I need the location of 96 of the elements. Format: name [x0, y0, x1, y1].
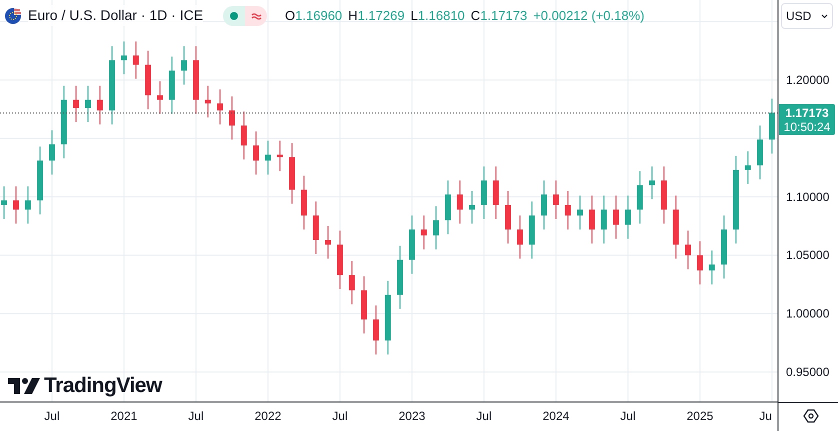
candle [408, 214, 415, 274]
symbol-title[interactable]: Euro / U.S. Dollar · 1D · ICE [28, 5, 204, 26]
candle [757, 125, 763, 180]
candle [145, 50, 152, 110]
candle [397, 245, 404, 310]
time-axis-label: Jul [476, 409, 492, 423]
ohlc-label: C [470, 6, 480, 25]
candle [600, 195, 607, 244]
candle [348, 260, 355, 305]
candle [588, 195, 595, 244]
candle [96, 85, 103, 125]
candle [636, 170, 643, 224]
ohlc-label: L [410, 6, 418, 25]
candle [168, 56, 175, 114]
flag-icon [4, 6, 22, 24]
time-axis-label: Jul [332, 409, 348, 423]
candle [336, 230, 343, 290]
candle [492, 166, 499, 220]
countdown: 10:50:24 [784, 120, 830, 134]
price-axis-label: 1.05000 [786, 248, 830, 262]
candle [708, 250, 715, 285]
candle [192, 46, 199, 114]
candle [444, 180, 451, 235]
candle [672, 195, 679, 260]
time-axis-label: 2025 [686, 409, 714, 423]
candle [12, 186, 19, 224]
candle [240, 111, 247, 160]
candle [624, 195, 631, 240]
price-change: +0.00212 (+0.18%) [533, 6, 644, 25]
settings-icon[interactable] [802, 407, 820, 425]
candle [372, 304, 379, 355]
price-axis-label: 0.95000 [786, 364, 830, 379]
wave-icon [250, 12, 262, 20]
logo-wordmark: TradingView [44, 373, 162, 399]
candle [564, 190, 571, 230]
candle [505, 190, 511, 244]
ohlc-value: 1.17269 [358, 6, 405, 25]
candle [577, 195, 583, 230]
candle [325, 226, 332, 260]
candle [132, 40, 139, 80]
candle [744, 150, 751, 184]
chevron-icon [821, 14, 828, 18]
price-axis-label: 1.00000 [786, 306, 830, 321]
ohlc-value: 1.17173 [480, 6, 528, 25]
time-axis-label: Jul [44, 409, 60, 423]
candle [613, 195, 619, 240]
candle [456, 180, 463, 224]
candle [433, 206, 440, 250]
candle [696, 240, 703, 285]
candle [300, 175, 307, 230]
time-axis-label: 2021 [110, 409, 138, 423]
candle [768, 98, 775, 154]
candle [1, 186, 8, 220]
time-axis-label: Jul [620, 409, 636, 423]
candle [228, 96, 235, 140]
last-price: 1.17173 [785, 106, 829, 120]
candle [660, 166, 667, 224]
candle [156, 80, 163, 114]
candle [480, 166, 487, 220]
candle [541, 180, 547, 230]
logo-icon [8, 378, 40, 394]
candle [24, 186, 31, 224]
time-axis-label: 2023 [398, 409, 426, 423]
time-axis-label: 2022 [254, 409, 282, 423]
candle [48, 130, 55, 176]
candle [721, 214, 727, 280]
ohlc-value: 1.16810 [418, 6, 465, 25]
candle [120, 40, 127, 75]
candle [73, 85, 80, 123]
candle [685, 230, 691, 270]
candle [37, 146, 44, 215]
candle [289, 142, 296, 204]
candle [361, 276, 368, 334]
currency-dropdown[interactable]: USD [781, 3, 833, 29]
candle [528, 200, 535, 260]
candle [204, 85, 211, 118]
candle [217, 88, 224, 125]
ohlc-label: O [285, 6, 296, 25]
ohlc-value: 1.16960 [295, 6, 342, 25]
time-axis-label: Jul [188, 409, 204, 423]
price-axis-label: 1.10000 [786, 190, 830, 204]
candle [264, 140, 271, 176]
time-axis-label: 2024 [542, 409, 570, 423]
candle [552, 180, 559, 220]
candle [420, 214, 427, 250]
candle [516, 214, 523, 260]
candle [649, 166, 655, 200]
ohlc-label: H [348, 6, 358, 25]
candle [181, 46, 188, 86]
candle [469, 190, 476, 224]
candle [312, 200, 319, 255]
price-axis-label: 1.20000 [786, 73, 830, 87]
candle [253, 130, 260, 176]
candle [84, 85, 91, 123]
candle [276, 140, 283, 172]
time-axis-label: Ju [759, 409, 772, 423]
